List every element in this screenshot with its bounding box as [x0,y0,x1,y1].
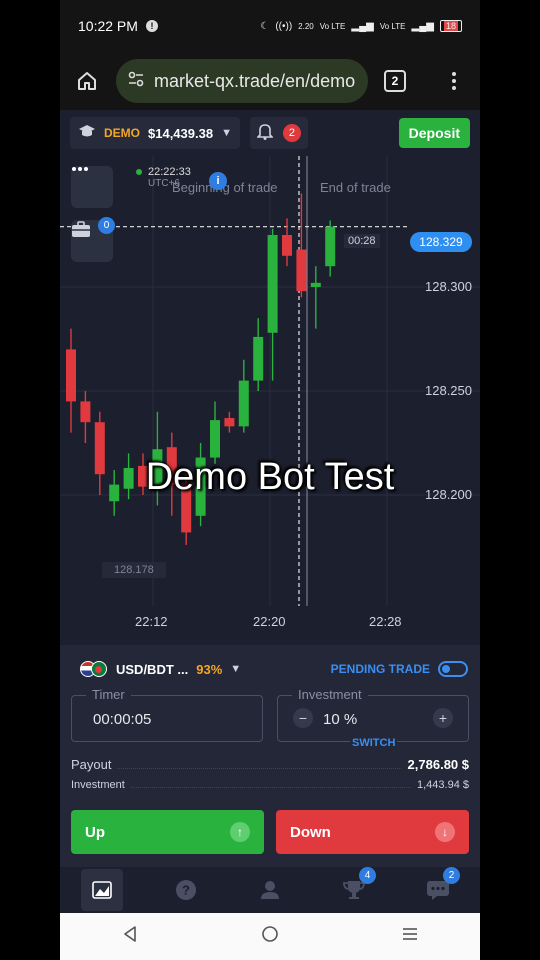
account-selector[interactable]: DEMO $14,439.38 ▼ [70,117,240,149]
home-circle-icon[interactable] [261,925,279,948]
notifications-button[interactable]: 2 [249,117,308,149]
candle-body [267,235,278,333]
bell-icon [256,122,274,145]
payout-row: Payout 2,786.80 $ [71,757,469,772]
info-icon[interactable]: i [209,172,227,190]
candle-body [253,336,264,381]
account-balance: $14,439.38 [148,125,214,141]
net-speed: 2.20 [298,21,314,31]
low-price-marker: 128.178 [102,562,166,578]
recents-icon[interactable] [402,927,418,946]
system-navigation-bar [60,913,480,960]
tab-switcher-button[interactable]: 2 [384,70,406,92]
arrow-down-icon: ↓ [435,822,455,842]
notification-icon: ! [145,20,158,32]
trading-panel: USD/BDT ... 93% ▼ PENDING TRADE Timer 00… [60,645,480,867]
pending-trade-toggle[interactable]: PENDING TRADE [331,661,468,677]
graduation-cap-icon [78,123,96,144]
plus-icon[interactable]: + [433,708,453,728]
bottom-navigation: ? 4 2 [60,867,480,913]
timer-field[interactable]: Timer 00:00:05 [71,687,263,742]
moon-icon: ☾ [260,20,270,32]
open-trades-badge: 0 [98,217,115,234]
x-axis-label: 22:12 [135,614,168,629]
investment-value: 10 % [323,711,358,728]
status-icons: ☾ ((•)) 2.20 Vo LTE ▂▄▆ Vo LTE ▂▄▆ 18 [260,20,462,32]
timer-label: Timer [86,687,131,702]
hotspot-icon: ((•)) [275,20,293,32]
nav-profile-icon[interactable] [249,869,291,911]
chevron-down-icon: ▼ [221,127,232,139]
candle-body [224,418,235,427]
deposit-button[interactable]: Deposit [398,118,470,148]
asset-name: USD/BDT ... [116,661,189,677]
candle-body [296,249,307,292]
candle-body [66,349,76,402]
video-overlay-caption: Demo Bot Test [145,456,395,498]
y-axis-label: 128.250 [425,383,472,398]
svg-text:?: ? [182,883,190,898]
browser-toolbar: market-qx.trade/en/demo 2 [60,52,480,110]
account-mode: DEMO [104,126,140,140]
down-button[interactable]: Down ↓ [276,810,469,854]
candle-body [238,380,249,427]
candle-body [80,401,91,423]
battery-icon: 18 [439,20,462,32]
address-bar[interactable]: market-qx.trade/en/demo [116,59,368,103]
back-icon[interactable] [122,925,138,948]
toggle-switch[interactable] [438,661,468,677]
y-axis-label: 128.300 [425,279,472,294]
sim2-label: Vo LTE [379,21,406,31]
timer-value: 00:00:05 [93,711,152,728]
investment-row: Investment 1,443.94 $ [71,779,469,791]
site-settings-icon[interactable] [126,69,146,94]
candle-body [325,226,336,267]
nav-chart-icon[interactable] [81,869,123,911]
nav-help-icon[interactable]: ? [165,869,207,911]
chevron-down-icon: ▼ [230,663,242,675]
phone-screen: 10:22 PM ! ☾ ((•)) 2.20 Vo LTE ▂▄▆ Vo LT… [60,0,480,960]
pending-trade-label: PENDING TRADE [330,662,430,676]
current-price-tag: 128.329 [410,232,472,252]
candle-body [310,282,321,287]
flag-icons [80,661,108,677]
status-bar: 10:22 PM ! ☾ ((•)) 2.20 Vo LTE ▂▄▆ Vo LT… [60,0,480,52]
x-axis-label: 22:20 [253,614,286,629]
trophy-badge: 4 [359,867,376,884]
notification-count-badge: 2 [282,124,301,142]
arrow-up-icon: ↑ [230,822,250,842]
candle-body [282,235,292,256]
x-axis-label: 22:28 [369,614,402,629]
signal-icon-2: ▂▄▆ [411,20,434,32]
switch-button[interactable]: SWITCH [350,737,398,749]
investment-field[interactable]: Investment − 10 % + [277,687,469,742]
nav-chat-icon[interactable]: 2 [417,867,460,911]
price-chart[interactable]: 22:22:33 UTC+6 Beginning of trade i End … [60,156,480,640]
home-icon[interactable] [72,66,102,96]
chart-menu-button[interactable] [71,166,113,208]
nav-trophy-icon[interactable]: 4 [333,867,376,911]
sim1-label: Vo LTE [319,21,346,31]
signal-icon: ▂▄▆ [351,20,374,32]
app-header: DEMO $14,439.38 ▼ 2 Deposit [60,110,480,156]
asset-selector[interactable]: USD/BDT ... 93% ▼ [80,661,241,677]
status-time: 10:22 PM [78,18,138,34]
browser-menu-icon[interactable] [444,72,464,90]
candle-body [210,420,220,458]
end-of-trade-label: End of trade [320,180,391,195]
minus-icon[interactable]: − [293,708,313,728]
investment-label: Investment [292,687,368,702]
up-button[interactable]: Up ↑ [71,810,264,854]
chat-badge: 2 [443,867,460,884]
url-text: market-qx.trade/en/demo [154,70,356,91]
payout-percent: 93% [196,661,223,677]
expiry-countdown: 00:28 [344,234,380,248]
